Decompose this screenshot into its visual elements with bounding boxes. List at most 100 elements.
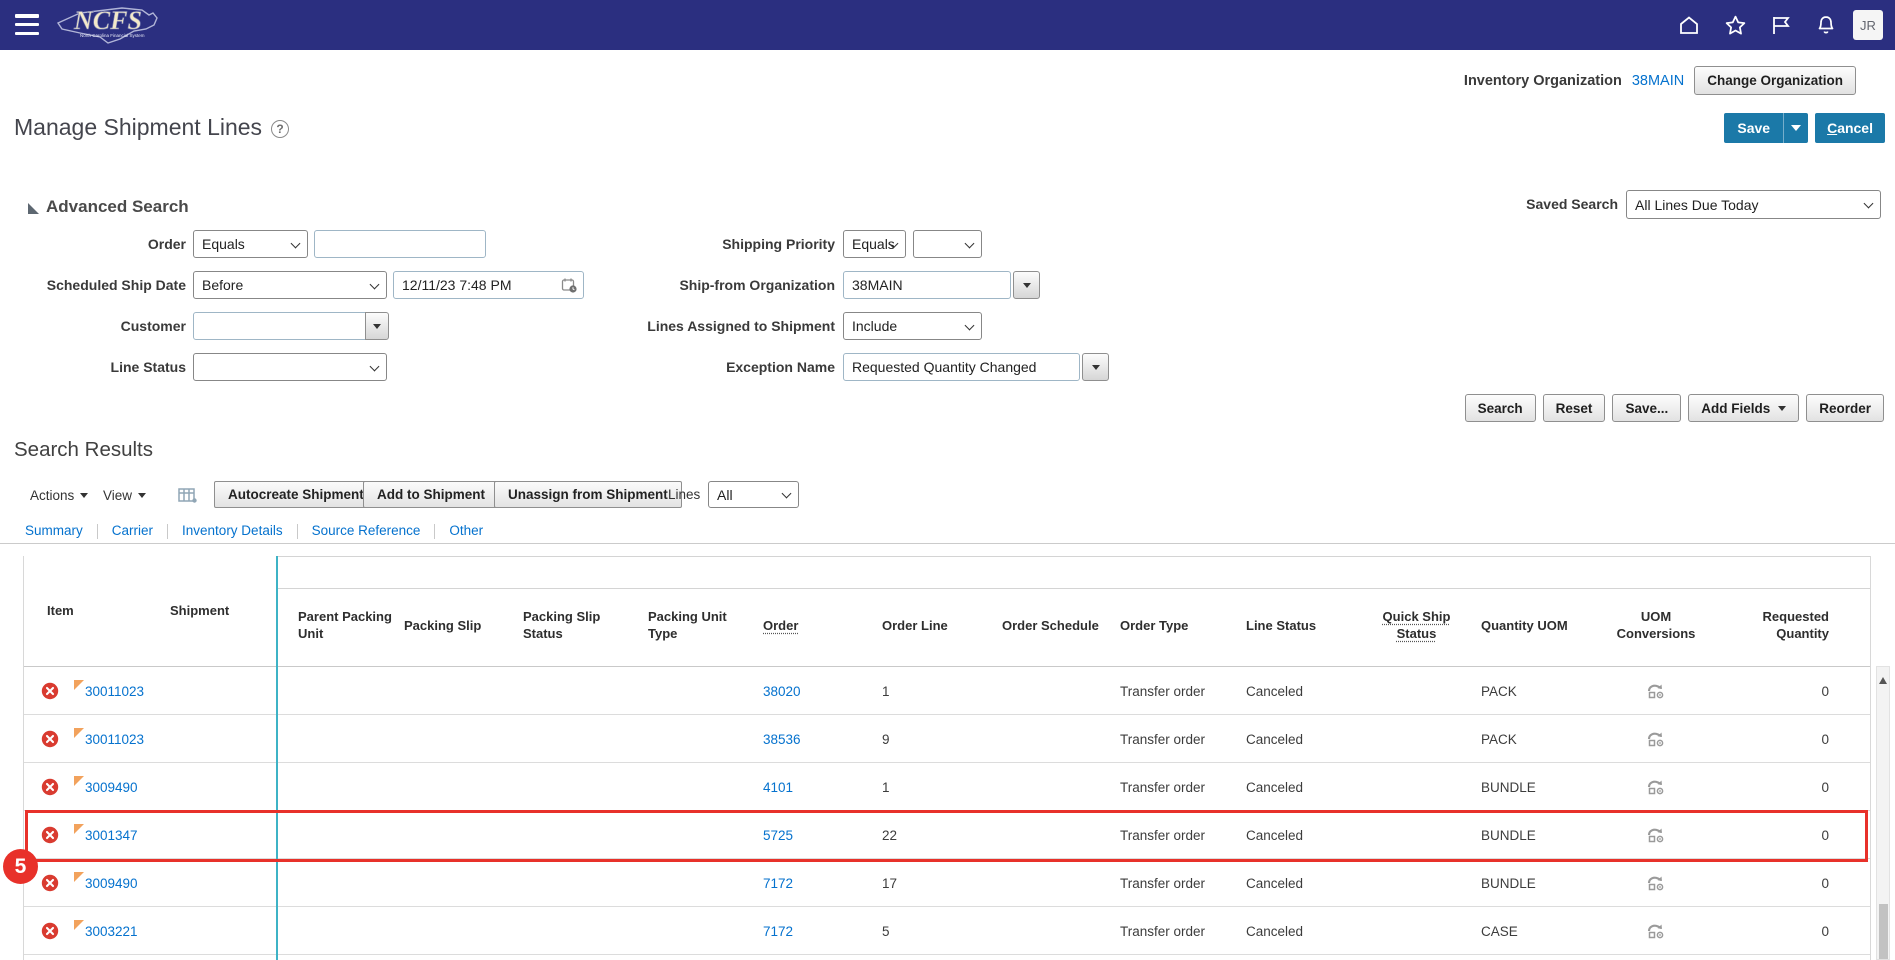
saved-search-select[interactable]: All Lines Due Today	[1626, 190, 1881, 219]
lines-assigned-select[interactable]: Include	[843, 312, 982, 340]
table-row[interactable]: 3009490 4101 1 Transfer order Canceled B…	[24, 763, 1870, 811]
uom-conversion-icon[interactable]	[1601, 715, 1711, 763]
scheduled-ship-date-operator-select[interactable]: Before	[193, 271, 387, 299]
uom-conversion-icon[interactable]	[1601, 907, 1711, 955]
save-button[interactable]: Save	[1724, 120, 1783, 136]
item-link[interactable]: 3009490	[85, 780, 138, 795]
save-split-button: Save	[1724, 113, 1808, 143]
order-cell[interactable]: 38536	[763, 715, 801, 763]
column-header-quick-ship-status[interactable]: Quick Ship Status	[1369, 596, 1464, 656]
column-header-shipment[interactable]: Shipment	[170, 556, 229, 666]
order-cell[interactable]: 7172	[763, 859, 793, 907]
lines-filter-select[interactable]: All	[708, 481, 799, 508]
item-link[interactable]: 3009490	[85, 876, 138, 891]
flag-icon[interactable]	[1768, 12, 1794, 38]
reset-button[interactable]: Reset	[1543, 394, 1606, 422]
tab-inventory-details[interactable]: Inventory Details	[168, 523, 297, 538]
item-cell[interactable]: 3009490	[74, 763, 138, 811]
view-menu[interactable]: View	[103, 481, 146, 509]
uom-conversion-icon[interactable]	[1601, 811, 1711, 859]
table-row[interactable]: 30011023 38020 1 Transfer order Canceled…	[24, 667, 1870, 715]
uom-conversion-icon[interactable]	[1601, 667, 1711, 715]
item-cell[interactable]: 3009490	[74, 859, 138, 907]
item-cell[interactable]: 3003221	[74, 907, 138, 955]
column-header-order[interactable]: Order	[763, 596, 798, 656]
favorites-star-icon[interactable]	[1722, 12, 1748, 38]
column-header-order-line[interactable]: Order Line	[882, 596, 957, 656]
table-row[interactable]: 3001347 5725 22 Transfer order Canceled …	[24, 811, 1870, 859]
home-icon[interactable]	[1676, 12, 1702, 38]
item-cell[interactable]: 3001347	[74, 811, 138, 859]
add-fields-button[interactable]: Add Fields	[1688, 394, 1799, 422]
change-organization-button[interactable]: Change Organization	[1694, 66, 1856, 95]
table-row[interactable]: 30011023 38536 9 Transfer order Canceled…	[24, 715, 1870, 763]
table-vertical-scrollbar[interactable]	[1876, 666, 1890, 960]
column-header-quantity-uom[interactable]: Quantity UOM	[1481, 596, 1581, 656]
order-link[interactable]: 38020	[763, 684, 801, 699]
column-header-order-schedule[interactable]: Order Schedule	[1002, 596, 1112, 656]
order-cell[interactable]: 7172	[763, 907, 793, 955]
save-search-button[interactable]: Save...	[1612, 394, 1681, 422]
reorder-button[interactable]: Reorder	[1806, 394, 1884, 422]
user-avatar[interactable]: JR	[1853, 10, 1883, 40]
table-row[interactable]: 3009490 7172 17 Transfer order Canceled …	[24, 859, 1870, 907]
item-cell[interactable]: 30011023	[74, 667, 144, 715]
shipping-priority-operator-select[interactable]: Equals	[843, 230, 906, 258]
column-header-order-type[interactable]: Order Type	[1120, 596, 1205, 656]
inventory-org-value-link[interactable]: 38MAIN	[1632, 73, 1684, 89]
order-cell[interactable]: 5725	[763, 811, 793, 859]
item-cell[interactable]: 30011023	[74, 715, 144, 763]
uom-conversion-icon[interactable]	[1601, 859, 1711, 907]
ncfs-logo[interactable]: NCFS North Carolina Financial System	[50, 1, 175, 54]
exception-name-dropdown-button[interactable]	[1082, 353, 1109, 381]
hamburger-menu-icon[interactable]	[15, 14, 39, 35]
item-link[interactable]: 3001347	[85, 828, 138, 843]
shipping-priority-value-select[interactable]	[913, 230, 982, 258]
item-link[interactable]: 3003221	[85, 924, 138, 939]
order-operator-select[interactable]: Equals	[193, 230, 308, 258]
order-link[interactable]: 7172	[763, 876, 793, 891]
column-header-parent-packing-unit[interactable]: Parent Packing Unit	[298, 596, 403, 656]
customer-dropdown-button[interactable]	[365, 312, 389, 340]
scrollbar-up-arrow[interactable]	[1879, 677, 1887, 684]
unassign-from-shipment-button[interactable]: Unassign from Shipment	[494, 481, 682, 508]
help-icon[interactable]: ?	[271, 120, 289, 138]
item-link[interactable]: 30011023	[85, 732, 144, 747]
notifications-bell-icon[interactable]	[1813, 12, 1839, 38]
search-button[interactable]: Search	[1465, 394, 1536, 422]
uom-conversion-icon[interactable]	[1601, 763, 1711, 811]
order-link[interactable]: 4101	[763, 780, 793, 795]
column-header-packing-slip[interactable]: Packing Slip	[404, 596, 499, 656]
column-header-item[interactable]: Item	[47, 556, 74, 666]
ship-from-organization-input[interactable]	[843, 271, 1011, 299]
table-row[interactable]: 3003221 7172 5 Transfer order Canceled C…	[24, 907, 1870, 955]
actions-menu[interactable]: Actions	[30, 481, 88, 509]
exception-name-input[interactable]	[843, 353, 1080, 381]
advanced-search-header[interactable]: Advanced Search	[28, 197, 189, 217]
autocreate-shipment-button[interactable]: Autocreate Shipment	[214, 481, 378, 508]
save-dropdown-button[interactable]	[1784, 125, 1808, 131]
ship-from-organization-dropdown-button[interactable]	[1013, 271, 1040, 299]
detach-grid-icon[interactable]	[176, 481, 197, 509]
column-header-line-status[interactable]: Line Status	[1246, 596, 1331, 656]
tab-summary[interactable]: Summary	[25, 523, 97, 538]
frozen-column-divider[interactable]	[276, 556, 278, 960]
add-to-shipment-button[interactable]: Add to Shipment	[363, 481, 499, 508]
order-cell[interactable]: 4101	[763, 763, 793, 811]
customer-input[interactable]	[193, 312, 366, 340]
order-link[interactable]: 38536	[763, 732, 801, 747]
order-link[interactable]: 7172	[763, 924, 793, 939]
line-status-select[interactable]	[193, 353, 387, 381]
tab-carrier[interactable]: Carrier	[98, 523, 167, 538]
column-header-requested-quantity[interactable]: Requested Quantity	[1714, 596, 1829, 656]
tab-source-reference[interactable]: Source Reference	[298, 523, 435, 538]
tab-other[interactable]: Other	[435, 523, 497, 538]
cancel-button[interactable]: Cancel	[1815, 113, 1885, 143]
scrollbar-thumb[interactable]	[1879, 904, 1888, 959]
column-header-uom-conversions[interactable]: UOM Conversions	[1601, 596, 1711, 656]
column-header-packing-slip-status[interactable]: Packing Slip Status	[523, 596, 623, 656]
item-link[interactable]: 30011023	[85, 684, 144, 699]
column-header-packing-unit-type[interactable]: Packing Unit Type	[648, 596, 748, 656]
order-link[interactable]: 5725	[763, 828, 793, 843]
order-cell[interactable]: 38020	[763, 667, 801, 715]
